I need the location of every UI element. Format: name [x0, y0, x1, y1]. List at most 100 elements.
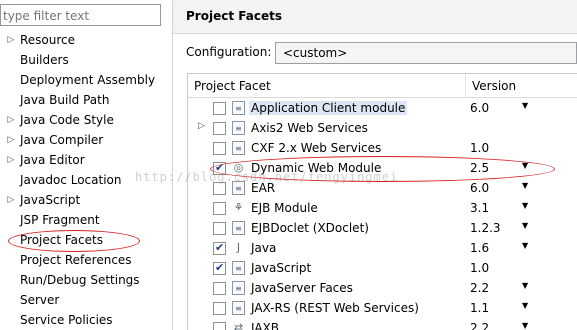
- facet-version[interactable]: 1.1: [470, 301, 489, 315]
- filter-input[interactable]: [0, 4, 161, 26]
- jaxb-icon: ⇄: [233, 321, 244, 330]
- table-row[interactable]: ≡ CXF 2.x Web Services 1.0: [188, 138, 577, 158]
- facet-version[interactable]: 2.2: [470, 281, 489, 295]
- sidebar-item-label: Java Editor: [20, 153, 85, 167]
- document-icon: ≡: [232, 221, 245, 235]
- sidebar-item-label: JavaScript: [20, 193, 81, 207]
- sidebar-item[interactable]: Server: [0, 290, 172, 310]
- sidebar-item-label: Java Compiler: [20, 133, 104, 147]
- facet-version[interactable]: 6.0: [470, 181, 489, 195]
- table-header: Project Facet Version: [188, 74, 577, 98]
- facet-name: JavaServer Faces: [251, 281, 353, 295]
- expand-arrow-icon[interactable]: ▷: [6, 190, 16, 210]
- configuration-label: Configuration:: [186, 45, 272, 59]
- table-row[interactable]: ▷ ≡ Axis2 Web Services: [188, 118, 577, 138]
- sidebar-item-label: Resource: [20, 33, 76, 47]
- sidebar-item-label: Javadoc Location: [20, 173, 122, 187]
- facet-checkbox[interactable]: [213, 222, 226, 235]
- sidebar-item-label: Java Code Style: [20, 113, 114, 127]
- table-row[interactable]: ≡ Application Client module 6.0 ▼: [188, 98, 577, 118]
- facet-name: Java: [251, 241, 277, 255]
- version-dropdown-icon[interactable]: ▼: [522, 281, 528, 290]
- version-dropdown-icon[interactable]: ▼: [522, 181, 528, 190]
- facet-name: Application Client module: [249, 101, 408, 115]
- facet-checkbox[interactable]: [213, 282, 226, 295]
- version-dropdown-icon[interactable]: ▼: [522, 241, 528, 250]
- checkmark-icon: ✔: [215, 241, 225, 254]
- sidebar-item-label: Server: [20, 293, 60, 307]
- document-icon: ≡: [232, 261, 245, 275]
- sidebar-item[interactable]: ▷ Java Code Style: [0, 110, 172, 130]
- page-title: Project Facets: [186, 9, 282, 23]
- column-separator[interactable]: [465, 74, 466, 98]
- facet-checkbox[interactable]: [213, 202, 226, 215]
- version-dropdown-icon[interactable]: ▼: [522, 221, 528, 230]
- expand-arrow-icon[interactable]: ▷: [6, 30, 16, 50]
- sidebar-item[interactable]: ▷ Resource: [0, 30, 172, 50]
- version-dropdown-icon[interactable]: ▼: [522, 201, 528, 210]
- bean-icon: ⚘: [233, 201, 244, 214]
- expand-arrow-icon[interactable]: ▷: [6, 130, 16, 150]
- column-header-version[interactable]: Version: [472, 79, 516, 93]
- facet-checkbox[interactable]: [213, 322, 226, 330]
- facet-name: JavaScript: [251, 261, 312, 275]
- facet-checkbox[interactable]: [213, 122, 226, 135]
- sidebar-item[interactable]: Run/Debug Settings: [0, 270, 172, 290]
- annotation-ellipse-project-facets: [8, 230, 140, 252]
- facet-checkbox[interactable]: ✔: [213, 261, 226, 275]
- document-icon: ≡: [232, 301, 245, 315]
- sidebar-item[interactable]: Deployment Assembly: [0, 70, 172, 90]
- sidebar-item[interactable]: Builders: [0, 50, 172, 70]
- sidebar-item[interactable]: ▷ JavaScript: [0, 190, 172, 210]
- version-dropdown-icon[interactable]: ▼: [522, 101, 528, 110]
- facet-name: EJBDoclet (XDoclet): [251, 221, 369, 235]
- document-icon: ≡: [232, 281, 245, 295]
- sidebar-item-label: Service Policies: [20, 313, 113, 327]
- table-row[interactable]: ⇄ JAXB 2.2 ▼: [188, 318, 577, 330]
- configuration-select[interactable]: <custom>: [275, 42, 577, 64]
- table-row[interactable]: ≡ JAX-RS (REST Web Services) 1.1 ▼: [188, 298, 577, 318]
- document-icon: ≡: [232, 141, 245, 155]
- sidebar-item[interactable]: Java Build Path: [0, 90, 172, 110]
- facet-checkbox[interactable]: [213, 142, 226, 155]
- facet-checkbox[interactable]: ✔: [213, 241, 226, 255]
- expand-arrow-icon[interactable]: ▷: [6, 110, 16, 130]
- title-bar: Project Facets: [173, 0, 577, 34]
- sidebar-item[interactable]: JSP Fragment: [0, 210, 172, 230]
- facet-version[interactable]: 1.6: [470, 241, 489, 255]
- sidebar-item-label: JSP Fragment: [20, 213, 100, 227]
- left-panel: ▷ Resource Builders Deployment Assembly Java…: [0, 0, 172, 330]
- facet-version[interactable]: 3.1: [470, 201, 489, 215]
- facet-version[interactable]: 2.2: [470, 321, 489, 330]
- facet-name: JAXB: [251, 321, 279, 330]
- table-row[interactable]: ✔ J Java 1.6 ▼: [188, 238, 577, 258]
- facet-version[interactable]: 6.0: [470, 101, 489, 115]
- watermark: http://blog.csdn.net/fengyingmei: [135, 170, 399, 184]
- version-dropdown-icon[interactable]: ▼: [522, 321, 528, 330]
- sidebar-item-label: Builders: [20, 53, 69, 67]
- table-row[interactable]: ⚘ EJB Module 3.1 ▼: [188, 198, 577, 218]
- table-row[interactable]: ≡ EJBDoclet (XDoclet) 1.2.3 ▼: [188, 218, 577, 238]
- sidebar-item[interactable]: Service Policies: [0, 310, 172, 330]
- sidebar-item[interactable]: ▷ Java Editor: [0, 150, 172, 170]
- facet-version: 1.0: [470, 141, 490, 155]
- table-row[interactable]: ✔ ≡ JavaScript 1.0: [188, 258, 577, 278]
- facet-version[interactable]: 1.2.3: [470, 221, 501, 235]
- document-icon: ≡: [232, 121, 245, 135]
- expand-arrow-icon[interactable]: ▷: [6, 150, 16, 170]
- column-header-facet[interactable]: Project Facet: [194, 79, 271, 93]
- configuration-value: <custom>: [283, 46, 348, 60]
- facet-name: Axis2 Web Services: [251, 121, 368, 135]
- version-dropdown-icon[interactable]: ▼: [522, 301, 528, 310]
- expand-arrow-icon[interactable]: ▷: [198, 121, 205, 131]
- facet-name: EJB Module: [251, 201, 318, 215]
- sidebar-item-label: Java Build Path: [20, 93, 110, 107]
- facet-name: JAX-RS (REST Web Services): [251, 301, 419, 315]
- sidebar-item[interactable]: ▷ Java Compiler: [0, 130, 172, 150]
- sidebar-item[interactable]: Project References: [0, 250, 172, 270]
- facet-checkbox[interactable]: [213, 302, 226, 315]
- document-icon: ≡: [232, 101, 245, 115]
- facet-checkbox[interactable]: [213, 102, 226, 115]
- checkmark-icon: ✔: [215, 261, 225, 274]
- table-row[interactable]: ≡ JavaServer Faces 2.2 ▼: [188, 278, 577, 298]
